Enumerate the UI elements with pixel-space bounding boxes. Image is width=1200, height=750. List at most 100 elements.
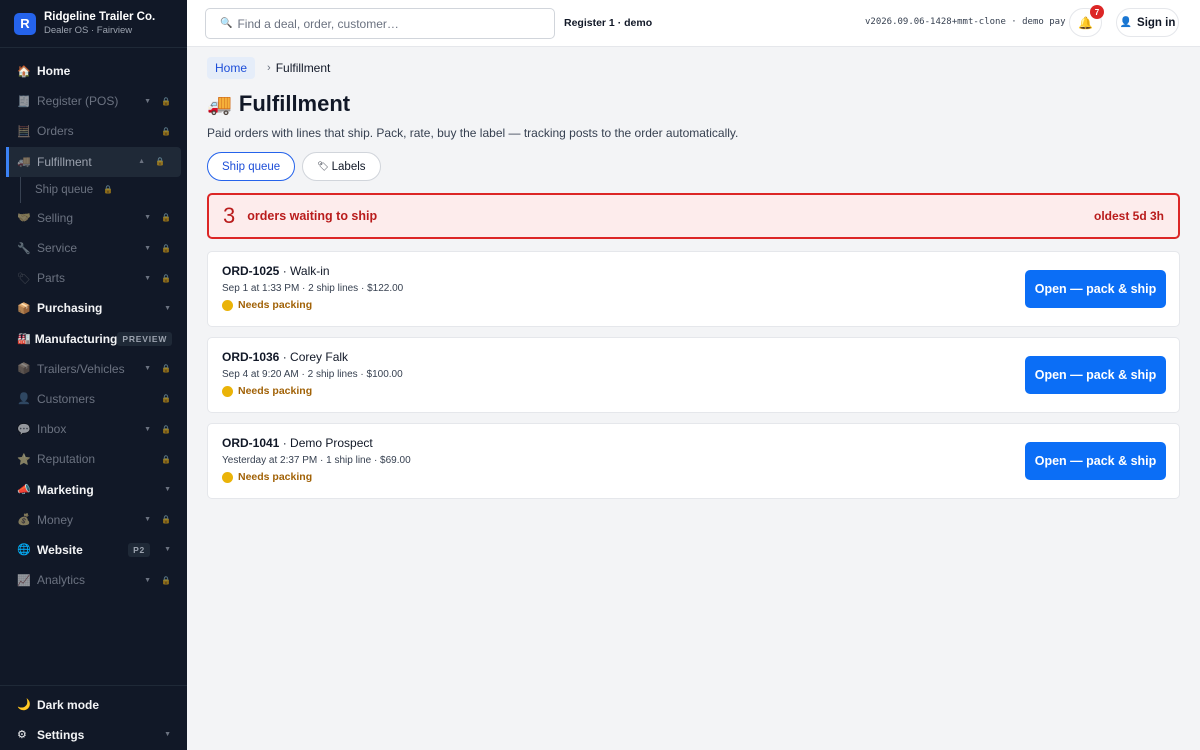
p2-badge: P2 bbox=[128, 542, 151, 557]
chevron-down-icon: ▼ bbox=[144, 365, 152, 373]
sidebar-nav: 🏠 Home 🧾 Register (POS) ▼ 🔒 🧮 Orders 🔒 🚚… bbox=[0, 56, 187, 595]
dark-mode-label: Dark mode bbox=[37, 697, 100, 712]
sidebar-item-label: Marketing bbox=[37, 482, 94, 497]
sidebar-item-purchasing[interactable]: 📦 Purchasing ▼ bbox=[0, 293, 187, 323]
chevron-down-icon: ▼ bbox=[144, 516, 152, 524]
dark-mode-toggle[interactable]: 🌙 Dark mode bbox=[0, 690, 187, 720]
pack-and-ship-button[interactable]: Open — pack & ship bbox=[1025, 442, 1166, 480]
lock-icon: 🔒 bbox=[161, 394, 171, 404]
brand[interactable]: R Ridgeline Trailer Co. Dealer OS · Fair… bbox=[0, 0, 187, 48]
sidebar-item-label: Orders bbox=[37, 124, 74, 139]
sidebar-item-reputation[interactable]: ⭐ Reputation 🔒 bbox=[0, 444, 187, 474]
sidebar-item-manufacturing[interactable]: 🏭 Manufacturing PREVIEW bbox=[0, 324, 187, 354]
truck-icon: 🚚 bbox=[17, 156, 31, 169]
sidebar-item-label: Reputation bbox=[37, 452, 96, 467]
chevron-down-icon: ▼ bbox=[164, 304, 171, 312]
tab-label: Labels bbox=[331, 160, 366, 173]
chevron-down-icon: ▼ bbox=[164, 546, 171, 554]
topbar: 🔍 Find a deal, order, customer… Register… bbox=[187, 0, 1200, 47]
status-dot-icon bbox=[222, 299, 233, 311]
tag-icon: 🏷 bbox=[17, 272, 31, 285]
sidebar-item-label: Selling bbox=[37, 210, 74, 225]
sidebar-subitem-ship-queue[interactable]: Ship queue 🔒 bbox=[0, 176, 187, 203]
sidebar-item-service[interactable]: 🔧 Service ▼ 🔒 bbox=[0, 233, 187, 263]
sidebar-item-home[interactable]: 🏠 Home bbox=[0, 56, 187, 86]
sidebar-item-register[interactable]: 🧾 Register (POS) ▼ 🔒 bbox=[0, 86, 187, 116]
lock-icon: 🔒 bbox=[161, 515, 171, 525]
order-id[interactable]: ORD-1036 bbox=[222, 350, 279, 364]
lock-icon: 🔒 bbox=[155, 157, 165, 167]
sidebar-footer: 🌙 Dark mode ⚙ Settings ▼ bbox=[0, 684, 187, 750]
gear-icon: ⚙ bbox=[17, 729, 27, 742]
pack-and-ship-button[interactable]: Open — pack & ship bbox=[1025, 270, 1166, 308]
chevron-up-icon: ▲ bbox=[138, 158, 146, 166]
lock-icon: 🔒 bbox=[161, 243, 171, 253]
oldest-age: oldest 5d 3h bbox=[1093, 209, 1164, 223]
sidebar-item-trailers[interactable]: 📦 Trailers/Vehicles ▼ 🔒 bbox=[0, 354, 187, 384]
order-title: ORD-1041 · Demo Prospect bbox=[222, 436, 1165, 450]
receipt-icon: 🧾 bbox=[17, 95, 31, 108]
label-tag-icon: 🏷 bbox=[317, 161, 329, 171]
box-icon: 📦 bbox=[17, 363, 31, 376]
sign-in-button[interactable]: 👤 Sign in bbox=[1116, 8, 1179, 37]
sidebar-item-inbox[interactable]: 💬 Inbox ▼ 🔒 bbox=[0, 414, 187, 444]
lock-icon: 🔒 bbox=[161, 126, 171, 136]
sidebar-item-money[interactable]: 💰 Money ▼ 🔒 bbox=[0, 505, 187, 535]
tab-labels[interactable]: 🏷 Labels bbox=[302, 152, 381, 181]
sidebar-item-label: Customers bbox=[37, 391, 96, 406]
sidebar-item-website[interactable]: 🌐 Website P2 ▼ bbox=[0, 535, 187, 565]
globe-icon: 🌐 bbox=[17, 544, 31, 557]
order-customer: · Walk-in bbox=[282, 264, 330, 278]
sidebar-item-settings[interactable]: ⚙ Settings ▼ bbox=[0, 720, 187, 750]
lock-icon: 🔒 bbox=[161, 575, 171, 585]
breadcrumb-current: Fulfillment bbox=[275, 61, 331, 75]
version-label: v2026.09.06-1428+mmt-clone · demo pay bbox=[865, 17, 1066, 27]
order-id[interactable]: ORD-1025 bbox=[222, 264, 279, 278]
order-customer: · Demo Prospect bbox=[282, 436, 373, 450]
lock-icon: 🔒 bbox=[161, 454, 171, 464]
lock-icon: 🔒 bbox=[161, 364, 171, 374]
chevron-down-icon: ▼ bbox=[164, 486, 171, 494]
sidebar-item-orders[interactable]: 🧮 Orders 🔒 bbox=[0, 116, 187, 146]
sidebar-item-label: Parts bbox=[37, 271, 66, 286]
tabs: Ship queue 🏷 Labels bbox=[207, 152, 1180, 181]
chat-icon: 💬 bbox=[17, 423, 31, 436]
truck-icon: 🚚 bbox=[207, 93, 232, 116]
lock-icon: 🔒 bbox=[161, 273, 171, 283]
sidebar-item-label: Register (POS) bbox=[37, 94, 119, 109]
search-placeholder: Find a deal, order, customer… bbox=[237, 16, 399, 31]
cash-register-icon: 🧮 bbox=[17, 125, 31, 138]
brand-subtitle: Dealer OS · Fairview bbox=[44, 25, 133, 36]
notifications-button[interactable]: 🔔 7 bbox=[1069, 5, 1104, 37]
sidebar-item-label: Inbox bbox=[37, 422, 67, 437]
breadcrumb-separator: › bbox=[267, 62, 271, 74]
sidebar-item-customers[interactable]: 👤 Customers 🔒 bbox=[0, 384, 187, 414]
chevron-down-icon: ▼ bbox=[144, 425, 152, 433]
order-status: Needs packing bbox=[222, 471, 1165, 483]
search-input[interactable]: 🔍 Find a deal, order, customer… bbox=[205, 8, 555, 39]
house-icon: 🏠 bbox=[17, 65, 31, 78]
order-meta: Sep 1 at 1:33 PM · 2 ship lines · $122.0… bbox=[222, 283, 404, 294]
sidebar-item-analytics[interactable]: 📈 Analytics ▼ 🔒 bbox=[0, 565, 187, 595]
package-icon: 📦 bbox=[17, 302, 31, 315]
moon-icon: 🌙 bbox=[17, 699, 31, 712]
breadcrumb: Home › Fulfillment bbox=[207, 56, 1180, 80]
tab-ship-queue[interactable]: Ship queue bbox=[207, 152, 296, 181]
chevron-down-icon: ▼ bbox=[144, 97, 152, 105]
sign-in-label: Sign in bbox=[1137, 16, 1176, 29]
order-id[interactable]: ORD-1041 bbox=[222, 436, 279, 450]
page-title: 🚚 Fulfillment bbox=[207, 90, 1180, 118]
sidebar-item-fulfillment[interactable]: 🚚 Fulfillment ▲ 🔒 bbox=[6, 146, 181, 177]
tab-label: Ship queue bbox=[222, 160, 281, 173]
sidebar-item-parts[interactable]: 🏷 Parts ▼ 🔒 bbox=[0, 263, 187, 293]
sidebar-item-marketing[interactable]: 📣 Marketing ▼ bbox=[0, 474, 187, 504]
order-status-label: Needs packing bbox=[238, 385, 313, 397]
chevron-down-icon: ▼ bbox=[144, 244, 152, 252]
pack-and-ship-button[interactable]: Open — pack & ship bbox=[1025, 356, 1166, 394]
order-status: Needs packing bbox=[222, 299, 1165, 311]
person-icon: 👤 bbox=[17, 393, 31, 406]
sidebar-item-selling[interactable]: 🤝 Selling ▼ 🔒 bbox=[0, 203, 187, 233]
breadcrumb-home-link[interactable]: Home bbox=[207, 57, 256, 79]
order-status: Needs packing bbox=[222, 385, 1165, 397]
register-indicator[interactable]: Register 1 · demo bbox=[564, 17, 652, 29]
